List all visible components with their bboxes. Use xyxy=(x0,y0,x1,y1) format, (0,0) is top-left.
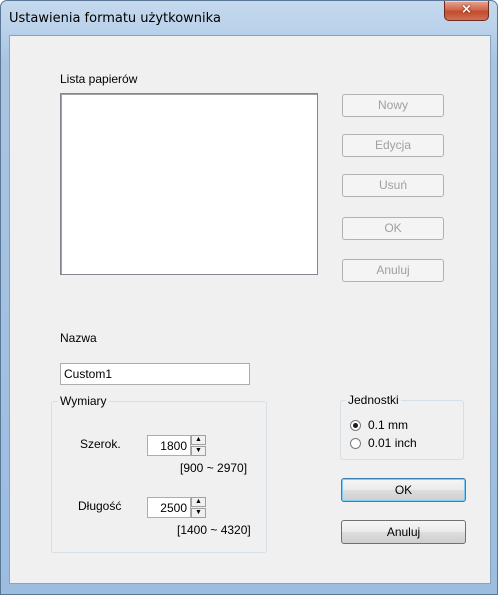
width-range: [900 ~ 2970] xyxy=(180,461,248,475)
edit-button[interactable]: Edycja xyxy=(342,134,444,157)
delete-button[interactable]: Usuń xyxy=(342,174,444,197)
length-label: Długość xyxy=(78,499,122,513)
dialog-window: Ustawienia formatu użytkownika × Lista p… xyxy=(0,0,498,595)
window-title: Ustawienia formatu użytkownika xyxy=(9,11,221,26)
spin-down-icon[interactable]: ▼ xyxy=(191,508,206,518)
spin-down-icon[interactable]: ▼ xyxy=(191,446,206,456)
spin-up-icon[interactable]: ▲ xyxy=(191,435,206,445)
unit-mm-label: 0.1 mm xyxy=(368,418,409,432)
width-input[interactable]: 1800 xyxy=(147,435,191,456)
close-icon: × xyxy=(461,2,472,17)
close-button[interactable]: × xyxy=(444,1,489,21)
unit-mm-radio[interactable] xyxy=(350,420,361,431)
list-ok-button[interactable]: OK xyxy=(342,217,444,240)
list-cancel-button[interactable]: Anuluj xyxy=(342,259,444,282)
title-bar[interactable]: Ustawienia formatu użytkownika × xyxy=(1,1,497,35)
new-button[interactable]: Nowy xyxy=(342,94,444,117)
ok-button[interactable]: OK xyxy=(341,478,466,502)
dimensions-group-title: Wymiary xyxy=(58,394,109,408)
unit-inch-label: 0.01 inch xyxy=(368,436,417,450)
name-label: Nazwa xyxy=(60,331,97,345)
units-group-title: Jednostki xyxy=(346,393,401,407)
name-input[interactable]: Custom1 xyxy=(60,363,250,385)
length-input[interactable]: 2500 xyxy=(147,497,191,518)
length-spinner[interactable]: ▲ ▼ xyxy=(191,497,206,518)
width-label: Szerok. xyxy=(80,437,121,451)
cancel-button[interactable]: Anuluj xyxy=(341,520,466,544)
spin-up-icon[interactable]: ▲ xyxy=(191,497,206,507)
paper-list[interactable] xyxy=(60,93,318,275)
unit-inch-radio[interactable] xyxy=(350,438,361,449)
width-spinner[interactable]: ▲ ▼ xyxy=(191,435,206,456)
length-range: [1400 ~ 4320] xyxy=(177,523,251,537)
paper-list-label: Lista papierów xyxy=(60,72,138,86)
